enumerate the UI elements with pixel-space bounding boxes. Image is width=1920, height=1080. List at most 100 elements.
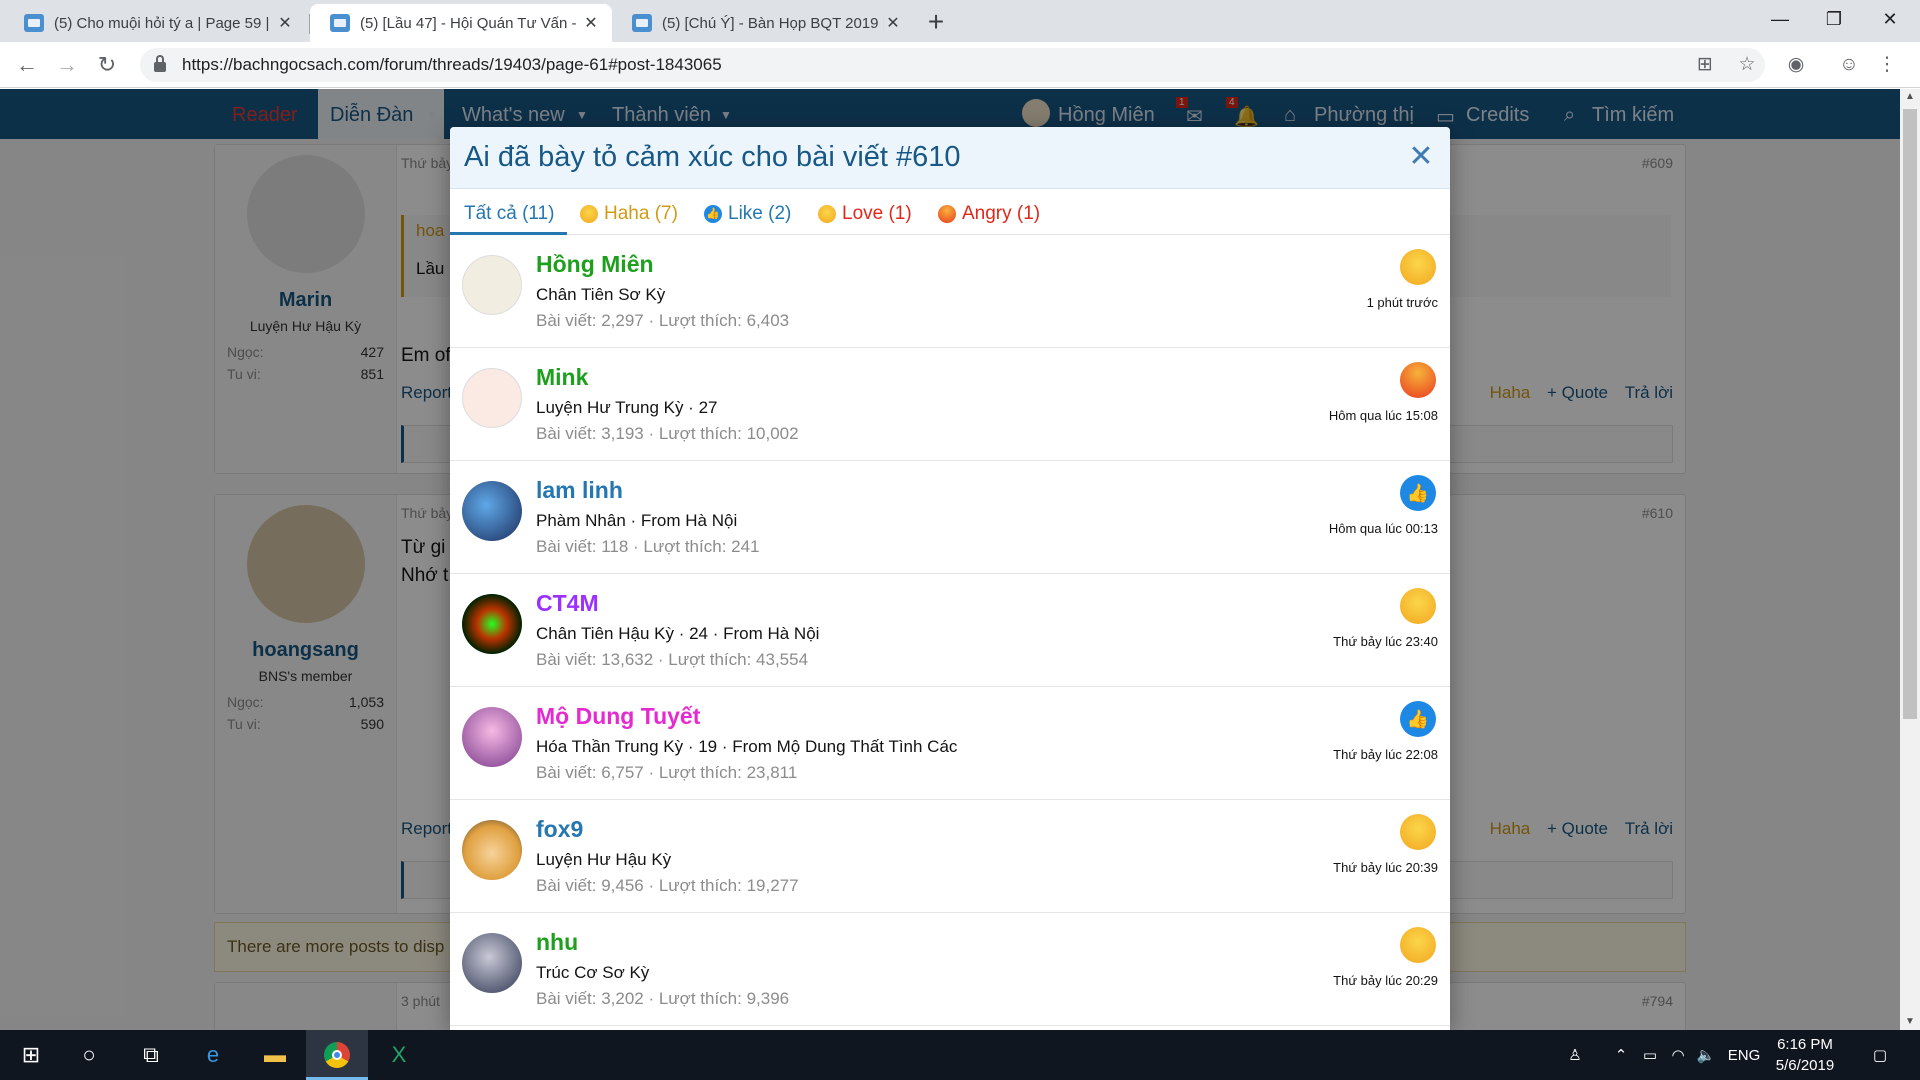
reaction-row[interactable]: Mink Luyện Hư Trung Kỳ · 27 Bài viết: 3,… bbox=[450, 348, 1450, 461]
haha-icon bbox=[580, 205, 598, 223]
people-icon[interactable]: ♙ bbox=[1560, 1030, 1590, 1080]
tab-title: (5) [Lầu 47] - Hội Quán Tư Vấn - bbox=[360, 14, 577, 32]
browser-tab-active[interactable]: (5) [Lầu 47] - Hội Quán Tư Vấn - ✕ bbox=[310, 4, 612, 42]
user-title: Trúc Cơ Sơ Kỳ bbox=[536, 963, 650, 982]
tab-love[interactable]: Love (1) bbox=[818, 203, 912, 225]
volume-icon[interactable]: 🔈 bbox=[1694, 1030, 1718, 1080]
angry-icon bbox=[938, 205, 956, 223]
chrome-icon[interactable] bbox=[306, 1030, 368, 1080]
user-stats: Bài viết: 13,632 · Lượt thích: 43,554 bbox=[536, 650, 809, 669]
avatar[interactable] bbox=[462, 255, 522, 315]
translate-icon[interactable]: ⊞ bbox=[1692, 52, 1718, 78]
back-icon[interactable]: ← bbox=[12, 50, 42, 80]
tab-all[interactable]: Tất cả (11) bbox=[464, 203, 554, 225]
reaction-time: Thứ bảy lúc 20:29 bbox=[1333, 973, 1438, 988]
windows-start-icon[interactable]: ⊞ bbox=[0, 1030, 62, 1080]
clock-time: 6:16 PM bbox=[1777, 1036, 1833, 1053]
extension-icon[interactable]: ◉ bbox=[1783, 52, 1809, 78]
reaction-row[interactable]: lam linh Phàm Nhân · From Hà Nội Bài viế… bbox=[450, 461, 1450, 574]
user-title: Luyện Hư Trung Kỳ · 27 bbox=[536, 398, 718, 417]
user-stats: Bài viết: 6,757 · Lượt thích: 23,811 bbox=[536, 763, 798, 782]
reaction-username[interactable]: fox9 bbox=[536, 816, 583, 843]
reaction-username[interactable]: Mộ Dung Tuyết bbox=[536, 703, 700, 730]
scroll-down-icon[interactable]: ▼ bbox=[1900, 1014, 1920, 1030]
user-stats: Bài viết: 3,193 · Lượt thích: 10,002 bbox=[536, 424, 799, 443]
lock-icon bbox=[154, 55, 166, 72]
avatar[interactable] bbox=[462, 933, 522, 993]
like-icon: 👍 bbox=[704, 205, 722, 223]
search-circle-icon[interactable]: ○ bbox=[58, 1030, 120, 1080]
browser-toolbar: ← → ↻ https://bachngocsach.com/forum/thr… bbox=[0, 42, 1920, 88]
new-tab-button[interactable]: + bbox=[922, 6, 950, 38]
scroll-up-icon[interactable]: ▲ bbox=[1900, 89, 1920, 105]
like-icon: 👍 bbox=[1400, 475, 1436, 511]
reaction-row[interactable]: nhu Trúc Cơ Sơ Kỳ Bài viết: 3,202 · Lượt… bbox=[450, 913, 1450, 1026]
reaction-row[interactable]: fox9 Luyện Hư Hậu Kỳ Bài viết: 9,456 · L… bbox=[450, 800, 1450, 913]
avatar[interactable] bbox=[462, 820, 522, 880]
reaction-username[interactable]: CT4M bbox=[536, 590, 599, 617]
avatar[interactable] bbox=[462, 594, 522, 654]
reaction-time: Thứ bảy lúc 22:08 bbox=[1333, 747, 1438, 762]
modal-title: Ai đã bày tỏ cảm xúc cho bài viết #610 bbox=[464, 141, 961, 173]
user-stats: Bài viết: 118 · Lượt thích: 241 bbox=[536, 537, 760, 556]
tab-angry[interactable]: Angry (1) bbox=[938, 203, 1040, 225]
close-tab-icon[interactable]: ✕ bbox=[276, 13, 294, 33]
excel-icon[interactable]: X bbox=[368, 1030, 430, 1080]
page-scrollbar[interactable]: ▲ ▼ bbox=[1900, 89, 1920, 1030]
site-favicon-icon bbox=[330, 14, 350, 32]
user-title: Phàm Nhân · From Hà Nội bbox=[536, 511, 738, 530]
notification-icon[interactable]: ▢ bbox=[1860, 1030, 1900, 1080]
user-title: Chân Tiên Sơ Kỳ bbox=[536, 285, 666, 304]
reaction-row[interactable]: Hồng Miên Chân Tiên Sơ Kỳ Bài viết: 2,29… bbox=[450, 235, 1450, 348]
reaction-username[interactable]: Hồng Miên bbox=[536, 251, 654, 278]
chrome-menu-icon[interactable]: ⋮ bbox=[1874, 52, 1900, 78]
tab-haha[interactable]: Haha (7) bbox=[580, 203, 678, 225]
tab-like[interactable]: 👍 Like (2) bbox=[704, 203, 791, 225]
task-view-icon[interactable]: ⧉ bbox=[120, 1030, 182, 1080]
window-close-button[interactable]: ✕ bbox=[1862, 0, 1918, 38]
taskbar-clock[interactable]: 6:16 PM 5/6/2019 bbox=[1760, 1034, 1850, 1076]
angry-icon bbox=[1400, 362, 1436, 398]
reaction-row[interactable]: CT4M Chân Tiên Hậu Kỳ · 24 · From Hà Nội… bbox=[450, 574, 1450, 687]
close-tab-icon[interactable]: ✕ bbox=[884, 13, 902, 33]
close-tab-icon[interactable]: ✕ bbox=[582, 13, 600, 33]
battery-icon[interactable]: ▭ bbox=[1638, 1030, 1662, 1080]
edge-icon[interactable]: e bbox=[182, 1030, 244, 1080]
maximize-button[interactable]: ❐ bbox=[1806, 0, 1862, 38]
reaction-time: Thứ bảy lúc 20:39 bbox=[1333, 860, 1438, 875]
reaction-row[interactable]: Mộ Dung Tuyết Hóa Thần Trung Kỳ · 19 · F… bbox=[450, 687, 1450, 800]
bookmark-star-icon[interactable]: ☆ bbox=[1734, 52, 1760, 78]
file-explorer-icon[interactable]: ▬ bbox=[244, 1030, 306, 1080]
profile-avatar-icon[interactable]: ☺ bbox=[1836, 52, 1862, 78]
avatar[interactable] bbox=[462, 368, 522, 428]
haha-icon bbox=[1400, 249, 1436, 285]
reaction-username[interactable]: nhu bbox=[536, 929, 578, 956]
reaction-username[interactable]: Mink bbox=[536, 364, 588, 391]
reaction-time: Hôm qua lúc 00:13 bbox=[1328, 521, 1438, 536]
reaction-username[interactable]: lam linh bbox=[536, 477, 623, 504]
tab-title: (5) [Chú Ý] - Bàn Họp BQT 2019 | bbox=[662, 14, 884, 32]
chevron-up-icon[interactable]: ⌃ bbox=[1610, 1030, 1632, 1080]
reload-icon[interactable]: ↻ bbox=[92, 50, 122, 80]
scrollbar-thumb[interactable] bbox=[1903, 109, 1917, 719]
avatar[interactable] bbox=[462, 707, 522, 767]
user-stats: Bài viết: 2,297 · Lượt thích: 6,403 bbox=[536, 311, 790, 330]
user-stats: Bài viết: 3,202 · Lượt thích: 9,396 bbox=[536, 989, 790, 1008]
forward-icon[interactable]: → bbox=[52, 50, 82, 80]
reaction-time: Hôm qua lúc 15:08 bbox=[1328, 408, 1438, 423]
clock-date: 5/6/2019 bbox=[1775, 1057, 1835, 1074]
reaction-tabs: Tất cả (11) Haha (7) 👍 Like (2) Love (1)… bbox=[450, 189, 1450, 235]
browser-tab[interactable]: (5) Cho muội hỏi tý a | Page 59 | ✕ bbox=[4, 4, 306, 42]
modal-header: Ai đã bày tỏ cảm xúc cho bài viết #610 ✕ bbox=[450, 127, 1450, 189]
avatar[interactable] bbox=[462, 481, 522, 541]
language-indicator[interactable]: ENG bbox=[1724, 1030, 1764, 1080]
browser-tab[interactable]: (5) [Chú Ý] - Bàn Họp BQT 2019 | ✕ bbox=[612, 4, 914, 42]
close-icon[interactable]: ✕ bbox=[1406, 139, 1436, 174]
address-bar[interactable]: https://bachngocsach.com/forum/threads/1… bbox=[140, 48, 1765, 82]
user-title: Hóa Thần Trung Kỳ · 19 · From Mộ Dung Th… bbox=[536, 737, 958, 756]
user-title: Luyện Hư Hậu Kỳ bbox=[536, 850, 672, 869]
minimize-button[interactable]: — bbox=[1752, 0, 1808, 38]
haha-icon bbox=[1400, 588, 1436, 624]
wifi-icon[interactable]: ◠ bbox=[1666, 1030, 1690, 1080]
reaction-list: Hồng Miên Chân Tiên Sơ Kỳ Bài viết: 2,29… bbox=[450, 235, 1450, 1026]
